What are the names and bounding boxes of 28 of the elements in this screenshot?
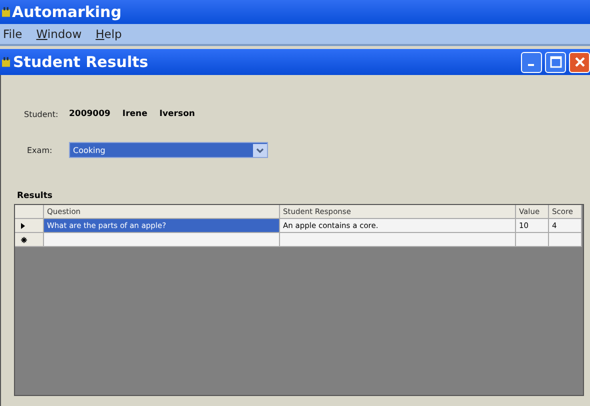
close-icon[interactable] [574, 56, 586, 68]
results-heading: Results [16, 191, 54, 201]
exam-dropdown[interactable]: Cooking [69, 142, 268, 158]
table-cell[interactable] [280, 233, 516, 247]
app-icon [2, 7, 10, 17]
maximize-icon[interactable] [550, 56, 562, 68]
window-title: Student Results [13, 53, 148, 71]
row-header[interactable] [15, 219, 44, 233]
new-row-icon [21, 236, 27, 242]
window-icon [2, 57, 10, 67]
student-id: 2009009 [69, 109, 110, 119]
student-first-name: Irene [122, 109, 148, 119]
minimize-button[interactable] [521, 52, 542, 72]
table-cell[interactable] [44, 233, 280, 247]
corner-header-cell [15, 205, 44, 219]
table-cell[interactable] [549, 233, 582, 247]
table-cell[interactable] [516, 233, 549, 247]
menu-item[interactable]: Window [36, 27, 82, 41]
current-row-icon [21, 222, 25, 228]
student-label: Student: [23, 110, 60, 118]
row-header[interactable] [15, 233, 44, 247]
app-title: Automarking [12, 3, 122, 21]
menu-item[interactable]: File [3, 27, 22, 41]
menu-item[interactable]: Help [96, 27, 122, 41]
student-last-name: Iverson [159, 109, 195, 119]
maximize-button[interactable] [545, 52, 566, 72]
close-button[interactable] [569, 52, 590, 72]
exam-label: Exam: [26, 146, 54, 154]
